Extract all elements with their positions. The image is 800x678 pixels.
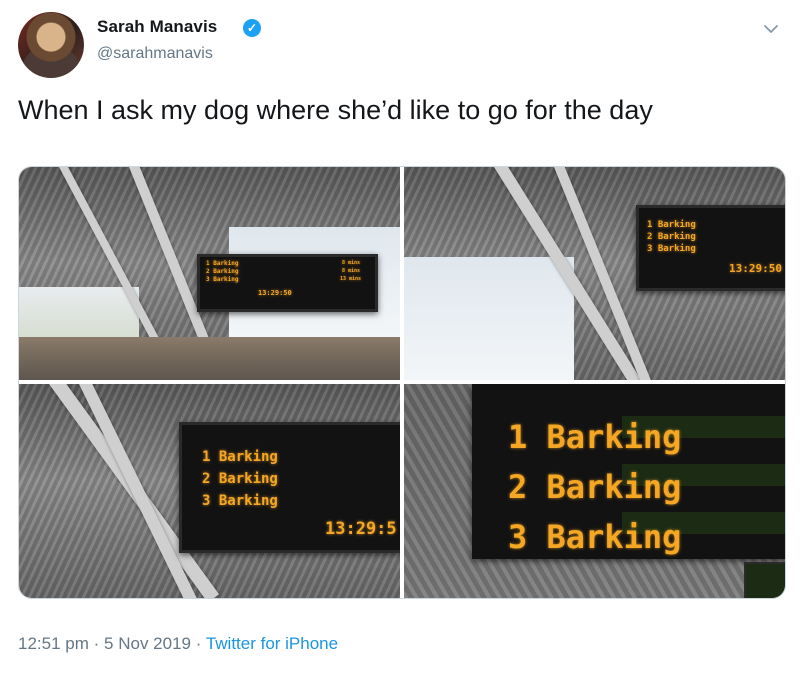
photo-3[interactable]: 1 Barking 2 Barking 3 Barking 13:29:5 (19, 384, 400, 598)
board-row-2: 2 Barking (206, 268, 239, 275)
board-clock: 13:29:50 (729, 262, 782, 275)
board-row-1: 1 Barking (202, 449, 278, 465)
photo-1[interactable]: 1 Barking 2 Barking 3 Barking 8 mins 8 m… (19, 167, 400, 380)
board-row-2: 2 Barking (647, 232, 696, 242)
board-row-1: 1 Barking (508, 418, 682, 456)
board-row-1: 1 Barking (647, 220, 696, 230)
chevron-down-icon[interactable] (762, 20, 780, 38)
board-time-3: 13 mins (340, 276, 362, 282)
departure-board: 1 Barking 2 Barking 3 Barking 13:29:50 (636, 205, 785, 291)
author-handle[interactable]: @sarahmanavis (97, 45, 213, 63)
source-link[interactable]: Twitter for iPhone (206, 634, 338, 653)
board-row-3: 3 Barking (206, 276, 239, 283)
board-row-3: 3 Barking (508, 518, 682, 556)
verified-badge-icon: ✓ (243, 19, 261, 37)
board-row-3: 3 Barking (647, 244, 696, 254)
photo-2[interactable]: 1 Barking 2 Barking 3 Barking 13:29:50 (404, 167, 785, 380)
board-row-2: 2 Barking (202, 471, 278, 487)
tweet-time[interactable]: 12:51 pm (18, 634, 89, 653)
avatar[interactable] (18, 12, 84, 78)
tweet-text: When I ask my dog where she’d like to go… (18, 95, 653, 125)
tweet-meta: 12:51 pm · 5 Nov 2019 · Twitter for iPho… (18, 634, 338, 654)
author-name[interactable]: Sarah Manavis (97, 17, 217, 37)
separator: · (93, 634, 100, 653)
tweet-date[interactable]: 5 Nov 2019 (104, 634, 191, 653)
departure-board: 1 Barking 2 Barking 3 Barking (472, 384, 785, 559)
media-grid[interactable]: 1 Barking 2 Barking 3 Barking 8 mins 8 m… (18, 166, 786, 599)
board-clock: 13:29:50 (258, 289, 292, 297)
photo-4[interactable]: 1 Barking 2 Barking 3 Barking (404, 384, 785, 598)
departure-board: 1 Barking 2 Barking 3 Barking 13:29:5 (179, 422, 400, 553)
board-row-1: 1 Barking (206, 260, 239, 267)
board-row-2: 2 Barking (508, 468, 682, 506)
departure-board: 1 Barking 2 Barking 3 Barking 8 mins 8 m… (197, 254, 378, 312)
separator: · (195, 634, 202, 653)
board-clock: 13:29:5 (325, 519, 397, 539)
board-time-1: 8 mins (342, 260, 361, 266)
board-time-2: 8 mins (342, 268, 361, 274)
board-row-3: 3 Barking (202, 493, 278, 509)
